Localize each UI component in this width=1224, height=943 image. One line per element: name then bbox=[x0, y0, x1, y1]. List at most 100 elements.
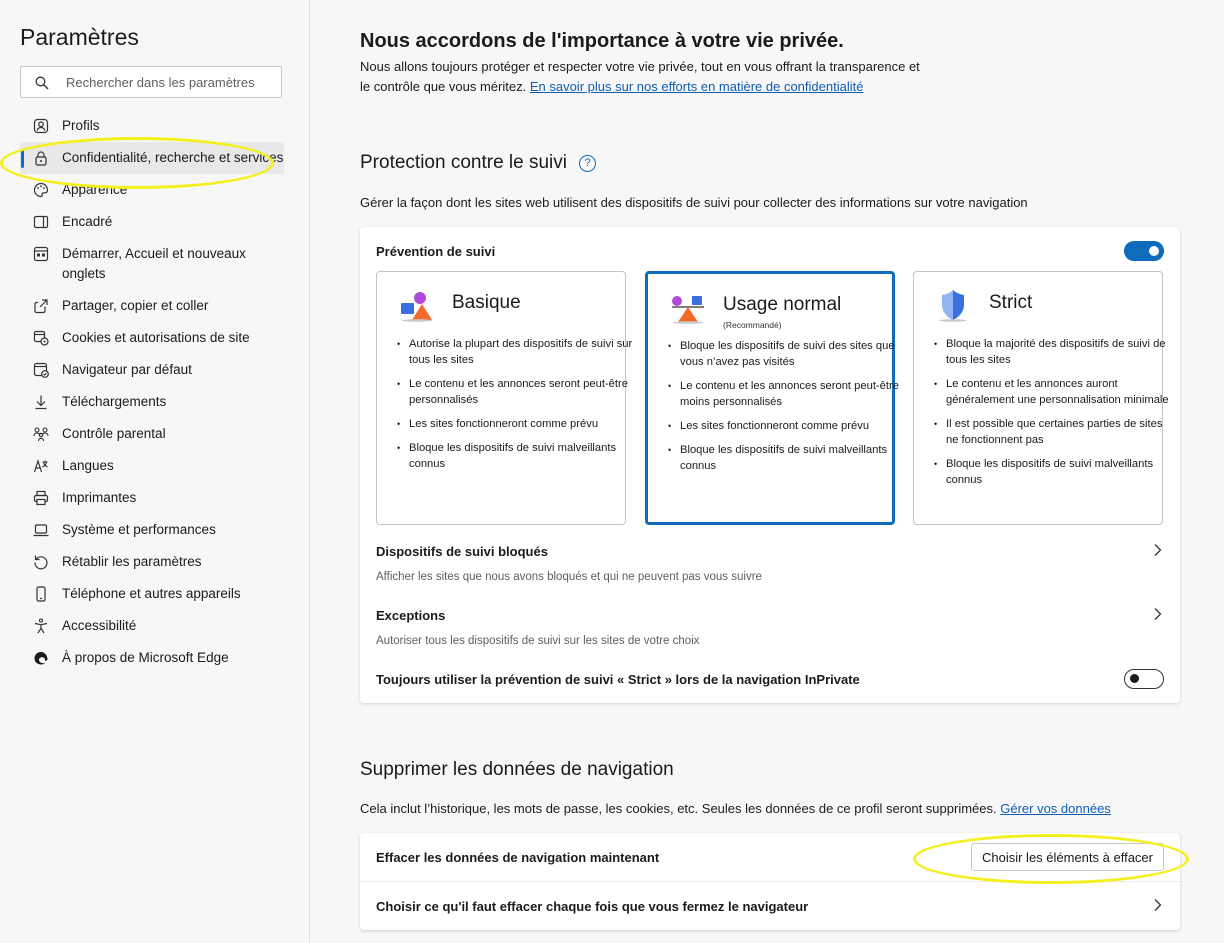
palette-icon bbox=[33, 182, 49, 198]
settings-sidebar: Paramètres Profils Confidentialité, rech… bbox=[0, 0, 310, 943]
clear-data-text: Cela inclut l’historique, les mots de pa… bbox=[360, 801, 997, 816]
chevron-right-icon bbox=[1154, 544, 1162, 556]
list-item: Bloque la majorité des dispositifs de su… bbox=[934, 336, 1172, 368]
list-item: Autorise la plupart des dispositifs de s… bbox=[397, 336, 635, 368]
inprivate-strict-toggle[interactable] bbox=[1124, 669, 1164, 689]
lock-icon bbox=[35, 151, 47, 166]
sidebar-item-label: Navigateur par défaut bbox=[62, 362, 192, 377]
sidebar-item-label: Imprimantes bbox=[62, 490, 137, 505]
tracking-title: Protection contre le suivi bbox=[360, 152, 567, 173]
option-strict[interactable]: Strict Bloque la majorité des dispositif… bbox=[913, 271, 1169, 525]
sidebar-item-label: Téléphone et autres appareils bbox=[62, 586, 241, 601]
sidebar-panel-icon bbox=[33, 215, 49, 229]
sidebar-item-label: Accessibilité bbox=[62, 618, 137, 633]
option-title: Strict bbox=[989, 292, 1033, 313]
sidebar-item-phone[interactable]: Téléphone et autres appareils bbox=[20, 578, 284, 610]
option-bullets: Bloque la majorité des dispositifs de su… bbox=[926, 336, 1172, 496]
list-item: Bloque les dispositifs de suivi malveill… bbox=[668, 442, 906, 474]
phone-icon bbox=[36, 586, 46, 602]
sidebar-item-label: À propos de Microsoft Edge bbox=[62, 650, 229, 665]
recommended-label: (Recommandé) bbox=[723, 320, 782, 330]
sidebar-item-profiles[interactable]: Profils bbox=[20, 110, 284, 142]
sidebar-item-label: Contrôle parental bbox=[62, 426, 166, 441]
sidebar-item-start-home[interactable]: Démarrer, Accueil et nouveaux onglets bbox=[20, 238, 284, 290]
sidebar-item-appearance[interactable]: Apparence bbox=[20, 174, 284, 206]
sidebar-item-label: Confidentialité, recherche et services bbox=[62, 150, 284, 165]
tracking-heading: Protection contre le suivi? bbox=[360, 152, 596, 174]
sidebar-item-label: Démarrer, Accueil et nouveaux onglets bbox=[62, 246, 246, 281]
search-icon bbox=[35, 76, 49, 90]
sidebar-item-about[interactable]: À propos de Microsoft Edge bbox=[20, 642, 284, 674]
balanced-shapes-icon bbox=[672, 296, 704, 324]
sidebar-item-label: Encadré bbox=[62, 214, 113, 229]
sidebar-item-system[interactable]: Système et performances bbox=[20, 514, 284, 546]
shield-icon bbox=[939, 290, 967, 322]
share-icon bbox=[34, 299, 48, 314]
sidebar-item-label: Cookies et autorisations de site bbox=[62, 330, 250, 345]
sidebar-item-label: Langues bbox=[62, 458, 114, 473]
exceptions-subtitle: Autoriser tous les dispositifs de suivi … bbox=[376, 635, 700, 647]
inprivate-strict-label: Toujours utiliser la prévention de suivi… bbox=[376, 672, 860, 687]
option-bullets: Autorise la plupart des dispositifs de s… bbox=[389, 336, 635, 480]
sidebar-item-label: Système et performances bbox=[62, 522, 216, 537]
edge-logo-icon bbox=[34, 652, 48, 665]
search-input[interactable] bbox=[66, 67, 276, 97]
sidebar-item-reset[interactable]: Rétablir les paramètres bbox=[20, 546, 284, 578]
language-icon bbox=[33, 459, 48, 473]
list-item: Bloque les dispositifs de suivi malveill… bbox=[397, 440, 635, 472]
reset-icon bbox=[34, 555, 48, 570]
list-item: Les sites fonctionneront comme prévu bbox=[668, 418, 906, 434]
sidebar-item-label: Partager, copier et coller bbox=[62, 298, 209, 313]
download-icon bbox=[35, 395, 47, 410]
settings-title: Paramètres bbox=[20, 24, 139, 50]
exceptions-title: Exceptions bbox=[376, 608, 446, 623]
sidebar-item-default-browser[interactable]: Navigateur par défaut bbox=[20, 354, 284, 386]
sidebar-item-cookies[interactable]: Cookies et autorisations de site bbox=[20, 322, 284, 354]
sidebar-item-parental[interactable]: Contrôle parental bbox=[20, 418, 284, 450]
option-title: Basique bbox=[452, 292, 521, 313]
help-icon[interactable]: ? bbox=[579, 155, 596, 172]
cookies-icon bbox=[33, 330, 49, 346]
sidebar-item-label: Apparence bbox=[62, 182, 128, 197]
privacy-text: Nous allons toujours protéger et respect… bbox=[360, 57, 920, 97]
sidebar-item-share[interactable]: Partager, copier et coller bbox=[20, 290, 284, 322]
divider bbox=[360, 881, 1180, 882]
option-balanced[interactable]: Usage normal (Recommandé) Bloque les dis… bbox=[645, 271, 899, 525]
sidebar-item-sidebar[interactable]: Encadré bbox=[20, 206, 284, 238]
basic-shapes-icon bbox=[401, 292, 432, 322]
clear-now-label: Effacer les données de navigation mainte… bbox=[376, 850, 660, 865]
blocked-trackers-title: Dispositifs de suivi bloqués bbox=[376, 544, 548, 559]
tracking-card: Prévention de suivi Basique Autorise la … bbox=[360, 227, 1180, 703]
clear-data-description: Cela inclut l’historique, les mots de pa… bbox=[360, 801, 1111, 816]
sidebar-item-downloads[interactable]: Téléchargements bbox=[20, 386, 284, 418]
clear-data-card: Effacer les données de navigation mainte… bbox=[360, 833, 1180, 930]
accessibility-icon bbox=[34, 618, 48, 634]
family-icon bbox=[33, 427, 49, 442]
settings-search-box[interactable] bbox=[20, 66, 282, 98]
list-item: Le contenu et les annonces seront peut-ê… bbox=[668, 378, 906, 410]
sidebar-item-label: Téléchargements bbox=[62, 394, 167, 409]
tracking-prevention-label: Prévention de suivi bbox=[376, 244, 496, 259]
sidebar-item-printers[interactable]: Imprimantes bbox=[20, 482, 284, 514]
option-bullets: Bloque les dispositifs de suivi des site… bbox=[660, 338, 906, 482]
settings-nav: Profils Confidentialité, recherche et se… bbox=[20, 110, 284, 674]
sidebar-item-languages[interactable]: Langues bbox=[20, 450, 284, 482]
option-basic[interactable]: Basique Autorise la plupart des disposit… bbox=[376, 271, 632, 525]
clear-on-close-label: Choisir ce qu'il faut effacer chaque foi… bbox=[376, 899, 809, 914]
sidebar-item-accessibility[interactable]: Accessibilité bbox=[20, 610, 284, 642]
tracking-prevention-toggle[interactable] bbox=[1124, 241, 1164, 261]
option-title: Usage normal bbox=[723, 294, 842, 315]
sidebar-item-privacy[interactable]: Confidentialité, recherche et services bbox=[20, 142, 284, 174]
list-item: Bloque les dispositifs de suivi malveill… bbox=[934, 456, 1172, 488]
sidebar-item-label: Rétablir les paramètres bbox=[62, 554, 202, 569]
list-item: Les sites fonctionneront comme prévu bbox=[397, 416, 635, 432]
sidebar-item-label: Profils bbox=[62, 118, 100, 133]
profile-icon bbox=[33, 118, 49, 134]
chevron-right-icon bbox=[1154, 608, 1162, 620]
privacy-heading: Nous accordons de l'importance à votre v… bbox=[360, 30, 844, 52]
clear-data-heading: Supprimer les données de navigation bbox=[360, 759, 674, 780]
privacy-learn-more-link[interactable]: En savoir plus sur nos efforts en matièr… bbox=[530, 79, 864, 94]
home-tabs-icon bbox=[33, 246, 49, 262]
manage-data-link[interactable]: Gérer vos données bbox=[1000, 801, 1111, 816]
choose-items-to-clear-button[interactable]: Choisir les éléments à effacer bbox=[970, 843, 1164, 871]
